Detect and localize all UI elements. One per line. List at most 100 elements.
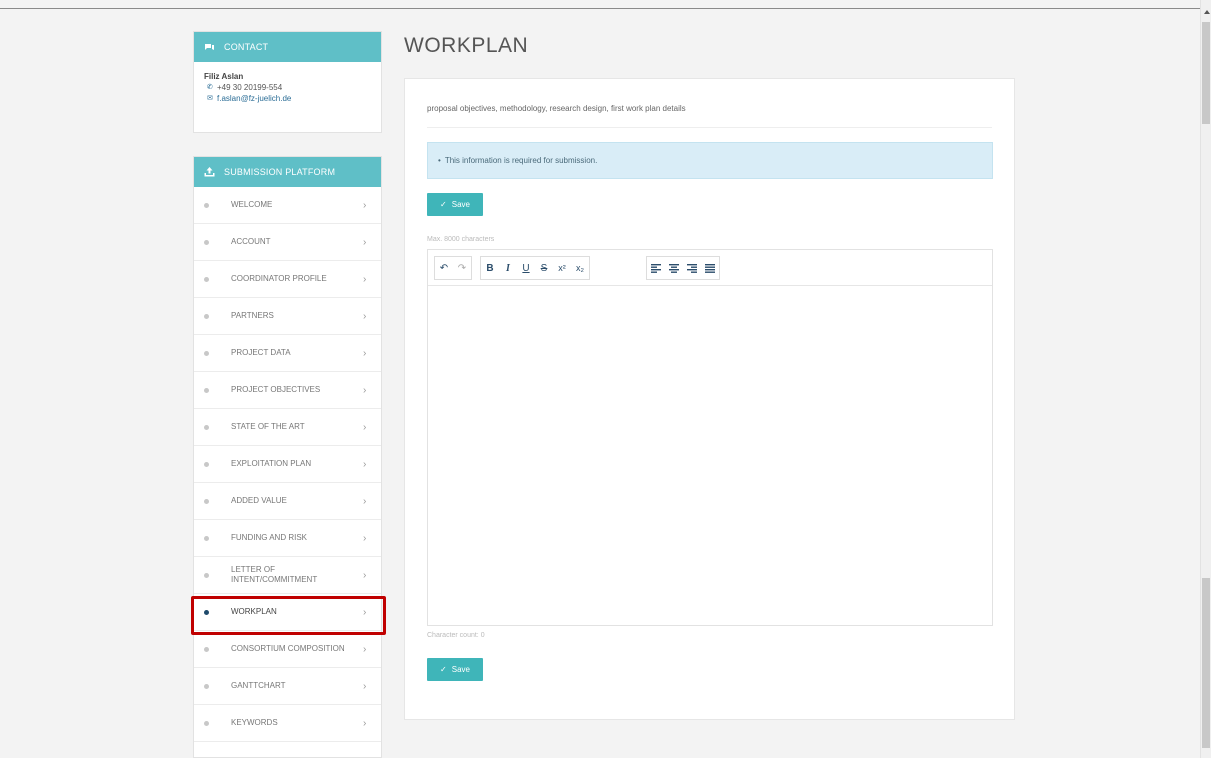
save-label: Save [451,200,470,209]
sidebar-item-state-of-the-art[interactable]: STATE OF THE ART › [194,409,381,446]
italic-icon[interactable]: I [499,257,517,279]
status-dot-icon [204,313,209,319]
divider [427,127,992,128]
sidebar-item-welcome[interactable]: WELCOME › [194,187,381,224]
status-dot-icon [204,276,209,282]
status-dot-icon [204,498,209,504]
status-dot-icon [204,387,209,393]
chevron-right-icon: › [363,680,367,692]
chevron-right-icon: › [363,717,367,729]
chevron-right-icon: › [363,310,367,322]
sidebar-item-coordinator-profile[interactable]: COORDINATOR PROFILE › [194,261,381,298]
sidebar-item-added-value[interactable]: ADDED VALUE › [194,483,381,520]
chevron-right-icon: › [363,273,367,285]
sidebar-item-label: KEYWORDS [231,718,278,727]
save-button-bottom[interactable]: ✓ Save [427,658,483,681]
status-dot-icon [204,572,209,578]
sidebar-item-label: COORDINATOR PROFILE [231,274,327,283]
scroll-track-lower[interactable] [1202,578,1210,748]
contact-email-row[interactable]: ✉ f.aslan@fz-juelich.de [204,93,371,104]
chevron-right-icon: › [363,347,367,359]
status-dot-icon [204,609,209,615]
save-button-top[interactable]: ✓ Save [427,193,483,216]
chevron-right-icon: › [363,236,367,248]
sidebar-item-account[interactable]: ACCOUNT › [194,224,381,261]
contact-name: Filiz Aslan [204,72,244,81]
chevron-right-icon: › [363,569,367,581]
phone-icon: ✆ [207,84,213,91]
sidebar-item-label: CONSORTIUM COMPOSITION [231,644,345,653]
rich-text-editor[interactable]: ↶ ↷ B I U S x² x₂ [427,249,993,626]
sidebar-item-label: PROJECT DATA [231,348,291,357]
sidebar-item-label: ADDED VALUE [231,496,287,505]
bullet-icon: • [438,156,441,165]
sidebar-item-label: GANTTCHART [231,681,286,690]
status-dot-icon [204,350,209,356]
save-label: Save [451,665,470,674]
chevron-right-icon: › [363,532,367,544]
workplan-card: proposal objectives, methodology, resear… [404,78,1015,720]
sidebar-item-letter-of-intent-commitment[interactable]: LETTER OF INTENT/COMMITMENT › [194,557,381,594]
contact-header: CONTACT [194,32,381,62]
format-group: B I U S x² x₂ [480,256,590,280]
bold-icon[interactable]: B [481,257,499,279]
sidebar-item-label: STATE OF THE ART [231,422,305,431]
subscript-icon[interactable]: x₂ [571,257,589,279]
status-dot-icon [204,202,209,208]
sidebar-item-exploitation-plan[interactable]: EXPLOITATION PLAN › [194,446,381,483]
chevron-right-icon: › [363,199,367,211]
character-count: Character count: 0 [427,632,485,639]
sidebar-item-label: ACCOUNT [231,237,271,246]
status-dot-icon [204,461,209,467]
scroll-up-icon[interactable] [1204,10,1210,14]
sidebar-item-funding-and-risk[interactable]: FUNDING AND RISK › [194,520,381,557]
sidebar-item-keywords[interactable]: KEYWORDS › [194,705,381,742]
submission-platform-panel: SUBMISSION PLATFORM WELCOME › ACCOUNT › COOR… [193,156,382,758]
sidebar-item-project-objectives[interactable]: PROJECT OBJECTIVES › [194,372,381,409]
upload-icon [194,157,224,187]
history-group: ↶ ↷ [434,256,472,280]
sidebar-item-label: PROJECT OBJECTIVES [231,385,321,394]
superscript-icon[interactable]: x² [553,257,571,279]
align-right-icon[interactable] [683,257,701,279]
redo-icon[interactable]: ↷ [453,257,471,279]
undo-icon[interactable]: ↶ [435,257,453,279]
sidebar-item-label: WELCOME [231,200,273,209]
status-dot-icon [204,720,209,726]
editor-toolbar: ↶ ↷ B I U S x² x₂ [428,250,992,286]
check-icon: ✓ [440,200,447,209]
strikethrough-icon[interactable]: S [535,257,553,279]
required-alert: • This information is required for submi… [427,142,993,179]
chevron-right-icon: › [363,421,367,433]
platform-header: SUBMISSION PLATFORM [194,157,381,187]
align-left-icon[interactable] [647,257,665,279]
underline-icon[interactable]: U [517,257,535,279]
sidebar-item-label: EXPLOITATION PLAN [231,459,312,468]
align-group [646,256,720,280]
align-justify-icon[interactable] [701,257,719,279]
alert-text: This information is required for submiss… [444,156,598,165]
envelope-icon: ✉ [207,95,213,102]
sidebar-item-ganttchart[interactable]: GANTTCHART › [194,668,381,705]
chevron-right-icon: › [363,643,367,655]
status-dot-icon [204,683,209,689]
chevron-right-icon: › [363,384,367,396]
sidebar-item-partners[interactable]: PARTNERS › [194,298,381,335]
align-center-icon[interactable] [665,257,683,279]
platform-nav: WELCOME › ACCOUNT › COORDINATOR PROFILE › PART… [194,187,381,742]
scroll-thumb[interactable] [1202,22,1210,124]
contact-email-link[interactable]: f.aslan@fz-juelich.de [217,93,291,104]
sidebar-item-workplan[interactable]: WORKPLAN › [194,594,381,631]
status-dot-icon [204,424,209,430]
page-scrollbar[interactable] [1200,0,1211,758]
contact-heading: CONTACT [224,42,269,52]
status-dot-icon [204,239,209,245]
page-title: WORKPLAN [404,34,529,57]
section-description: proposal objectives, methodology, resear… [427,104,686,113]
sidebar-item-consortium-composition[interactable]: CONSORTIUM COMPOSITION › [194,631,381,668]
sidebar-item-label: FUNDING AND RISK [231,533,308,542]
chevron-right-icon: › [363,458,367,470]
sidebar-item-project-data[interactable]: PROJECT DATA › [194,335,381,372]
sidebar-item-label: WORKPLAN [231,607,277,616]
sidebar-item-label: LETTER OF INTENT/COMMITMENT [231,565,318,584]
